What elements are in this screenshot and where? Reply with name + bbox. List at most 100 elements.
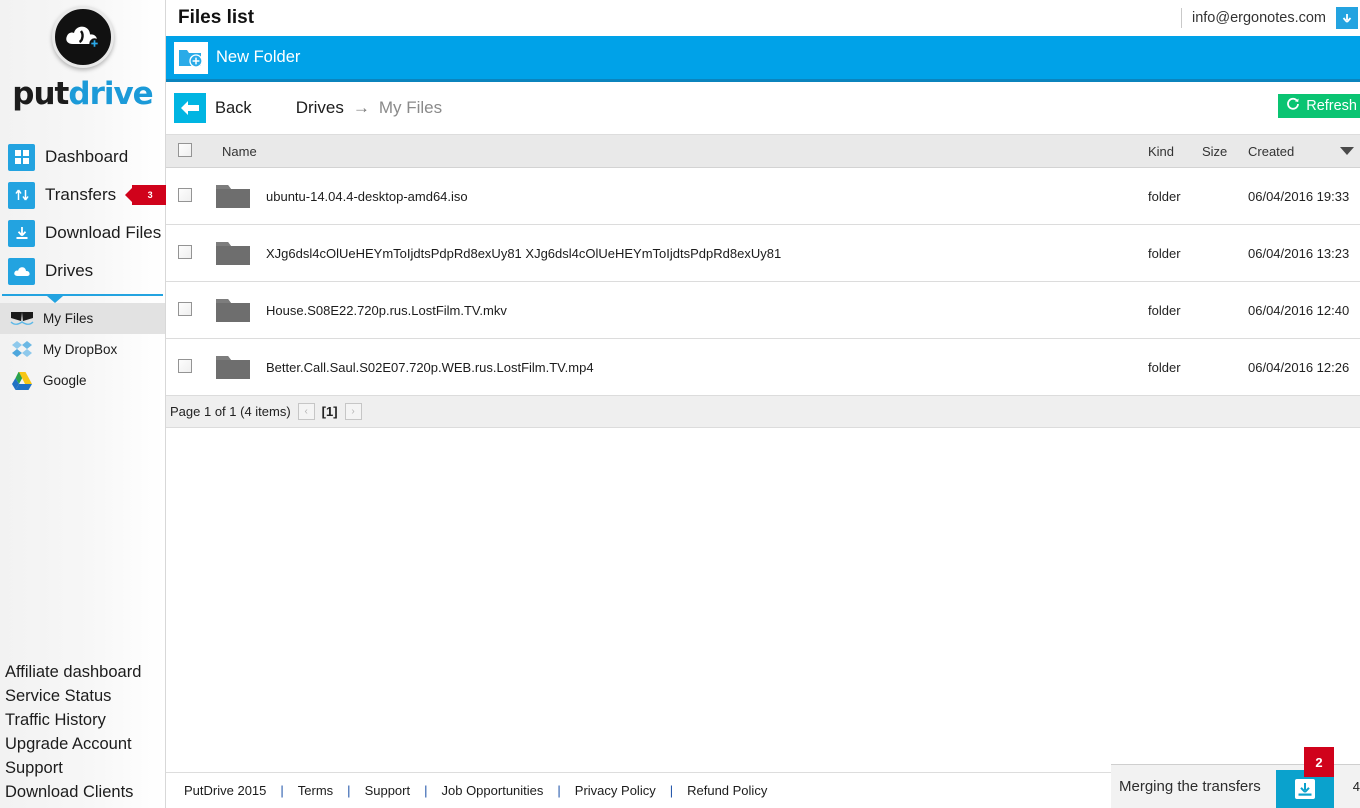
row-checkbox[interactable] <box>178 244 192 259</box>
main-content: Files list info@ergonotes.com New Folder… <box>166 0 1360 808</box>
breadcrumb-item-drives[interactable]: Drives <box>296 98 344 118</box>
sidebar-item-my-dropbox[interactable]: My DropBox <box>0 334 165 365</box>
page-title: Files list <box>178 7 255 28</box>
drives-caret-icon <box>46 296 63 303</box>
link-affiliate-dashboard[interactable]: Affiliate dashboard <box>5 660 141 684</box>
row-checkbox[interactable] <box>178 358 192 373</box>
breadcrumb-arrow-icon: → <box>352 98 370 117</box>
link-support[interactable]: Support <box>5 756 141 780</box>
row-select-cell <box>166 358 204 376</box>
row-checkbox[interactable] <box>178 187 192 202</box>
sort-descending-icon[interactable] <box>1334 147 1360 155</box>
column-header-created[interactable]: Created <box>1248 144 1334 159</box>
transfers-count-badge: 3 <box>132 185 167 205</box>
footer-link-support[interactable]: Support <box>351 783 425 798</box>
link-traffic-history[interactable]: Traffic History <box>5 708 141 732</box>
row-select-cell <box>166 244 204 262</box>
row-name-cell: Better.Call.Saul.S02E07.720p.WEB.rus.Los… <box>204 352 1148 382</box>
pagination-summary: Page 1 of 1 (4 items) <box>170 404 291 419</box>
select-all-checkbox[interactable] <box>178 142 192 157</box>
row-name-cell: XJg6dsl4cOlUeHEYmToIjdtsPdpRd8exUy81 XJg… <box>204 238 1148 268</box>
sidebar-label-my-files: My Files <box>43 311 94 326</box>
sidebar-label-dashboard: Dashboard <box>45 147 129 166</box>
pagination-current-page[interactable]: [1] <box>322 404 338 419</box>
sidebar-item-transfers[interactable]: Transfers 3 <box>0 176 167 214</box>
sidebar-item-dashboard[interactable]: Dashboard <box>0 138 165 176</box>
table-row[interactable]: ubuntu-14.04.4-desktop-amd64.iso folder … <box>166 168 1360 225</box>
refresh-label: Refresh <box>1306 98 1357 114</box>
brand-logo[interactable]: putdrive <box>0 0 165 112</box>
sidebar-item-google[interactable]: Google <box>0 365 165 396</box>
back-label: Back <box>215 98 252 117</box>
topbar: Files list info@ergonotes.com <box>166 0 1360 36</box>
brand-text-put: put <box>12 76 69 112</box>
folder-icon <box>214 352 252 382</box>
link-upgrade-account[interactable]: Upgrade Account <box>5 732 141 756</box>
google-drive-icon <box>10 370 34 392</box>
footer-link-putdrive[interactable]: PutDrive 2015 <box>170 783 280 798</box>
file-name: Better.Call.Saul.S02E07.720p.WEB.rus.Los… <box>266 359 594 375</box>
brand-wordmark: putdrive <box>0 76 165 112</box>
sidebar-item-drives[interactable]: Drives <box>0 252 165 290</box>
breadcrumb-bar: Back Drives → My Files Refresh <box>166 82 1360 134</box>
file-name: ubuntu-14.04.4-desktop-amd64.iso <box>266 188 468 204</box>
new-folder-label: New Folder <box>216 48 301 66</box>
download-shelf-title: Merging the transfers <box>1119 778 1261 795</box>
sidebar: putdrive Dashboard Transfers 3 Download … <box>0 0 167 808</box>
column-header-name[interactable]: Name <box>204 144 1148 159</box>
sidebar-label-my-dropbox: My DropBox <box>43 342 118 357</box>
download-trailing-count: 4 <box>1352 779 1360 794</box>
table-header-row: Name Kind Size Created <box>166 135 1360 168</box>
footer-link-refund-policy[interactable]: Refund Policy <box>673 783 781 798</box>
sidebar-label-drives: Drives <box>45 261 94 280</box>
sidebar-item-download-files[interactable]: Download Files <box>0 214 165 252</box>
dropbox-icon <box>10 339 34 361</box>
row-kind: folder <box>1148 188 1181 204</box>
file-name: House.S08E22.720p.rus.LostFilm.TV.mkv <box>266 302 507 318</box>
link-download-clients[interactable]: Download Clients <box>5 780 141 804</box>
download-icon <box>8 219 35 247</box>
account-divider <box>1180 8 1182 28</box>
brand-text-drive: drive <box>68 76 153 112</box>
account-area: info@ergonotes.com <box>1180 7 1360 29</box>
footer-link-privacy-policy[interactable]: Privacy Policy <box>561 783 670 798</box>
download-badge-count: 2 <box>1304 747 1334 777</box>
action-toolbar: New Folder <box>166 36 1360 82</box>
chevron-down-icon[interactable] <box>1336 7 1358 29</box>
primary-nav: Dashboard Transfers 3 Download Files Dri… <box>0 138 167 396</box>
pagination-prev-button[interactable]: ‹ <box>297 403 315 420</box>
folder-icon <box>214 295 252 325</box>
sidebar-label-google: Google <box>43 373 87 388</box>
table-row[interactable]: XJg6dsl4cOlUeHEYmToIjdtsPdpRd8exUy81 XJg… <box>166 225 1360 282</box>
pagination-next-button[interactable]: › <box>344 403 362 420</box>
footer-link-job-opportunities[interactable]: Job Opportunities <box>428 783 558 798</box>
refresh-button[interactable]: Refresh <box>1278 94 1360 118</box>
drives-subpanel: My Files My DropBox Google <box>0 294 165 396</box>
row-name-cell: House.S08E22.720p.rus.LostFilm.TV.mkv <box>204 295 1148 325</box>
grid-icon <box>8 143 35 171</box>
row-created: 06/04/2016 13:23 <box>1248 245 1350 261</box>
table-row[interactable]: House.S08E22.720p.rus.LostFilm.TV.mkv fo… <box>166 282 1360 339</box>
new-folder-button[interactable]: New Folder <box>174 41 301 74</box>
transfer-arrows-icon <box>8 181 35 209</box>
link-service-status[interactable]: Service Status <box>5 684 141 708</box>
sidebar-item-my-files[interactable]: My Files <box>0 303 165 334</box>
row-checkbox[interactable] <box>178 301 192 316</box>
sidebar-label-transfers: Transfers <box>45 185 117 204</box>
cloud-icon <box>8 257 35 285</box>
back-button[interactable]: Back <box>174 93 252 123</box>
column-header-kind[interactable]: Kind <box>1148 144 1202 159</box>
drives-divider <box>2 294 163 296</box>
breadcrumb: Drives → My Files <box>296 98 442 118</box>
row-created: 06/04/2016 12:26 <box>1248 359 1350 375</box>
account-email: info@ergonotes.com <box>1191 10 1326 26</box>
table-row[interactable]: Better.Call.Saul.S02E07.720p.WEB.rus.Los… <box>166 339 1360 396</box>
my-files-icon <box>10 308 34 330</box>
sidebar-footer-links: Affiliate dashboard Service Status Traff… <box>5 660 141 804</box>
refresh-icon <box>1286 97 1300 115</box>
column-header-size[interactable]: Size <box>1202 144 1248 159</box>
row-created: 06/04/2016 19:33 <box>1248 188 1350 204</box>
row-select-cell <box>166 301 204 319</box>
footer-link-terms[interactable]: Terms <box>284 783 347 798</box>
pagination: Page 1 of 1 (4 items) ‹ [1] › <box>166 396 1360 428</box>
